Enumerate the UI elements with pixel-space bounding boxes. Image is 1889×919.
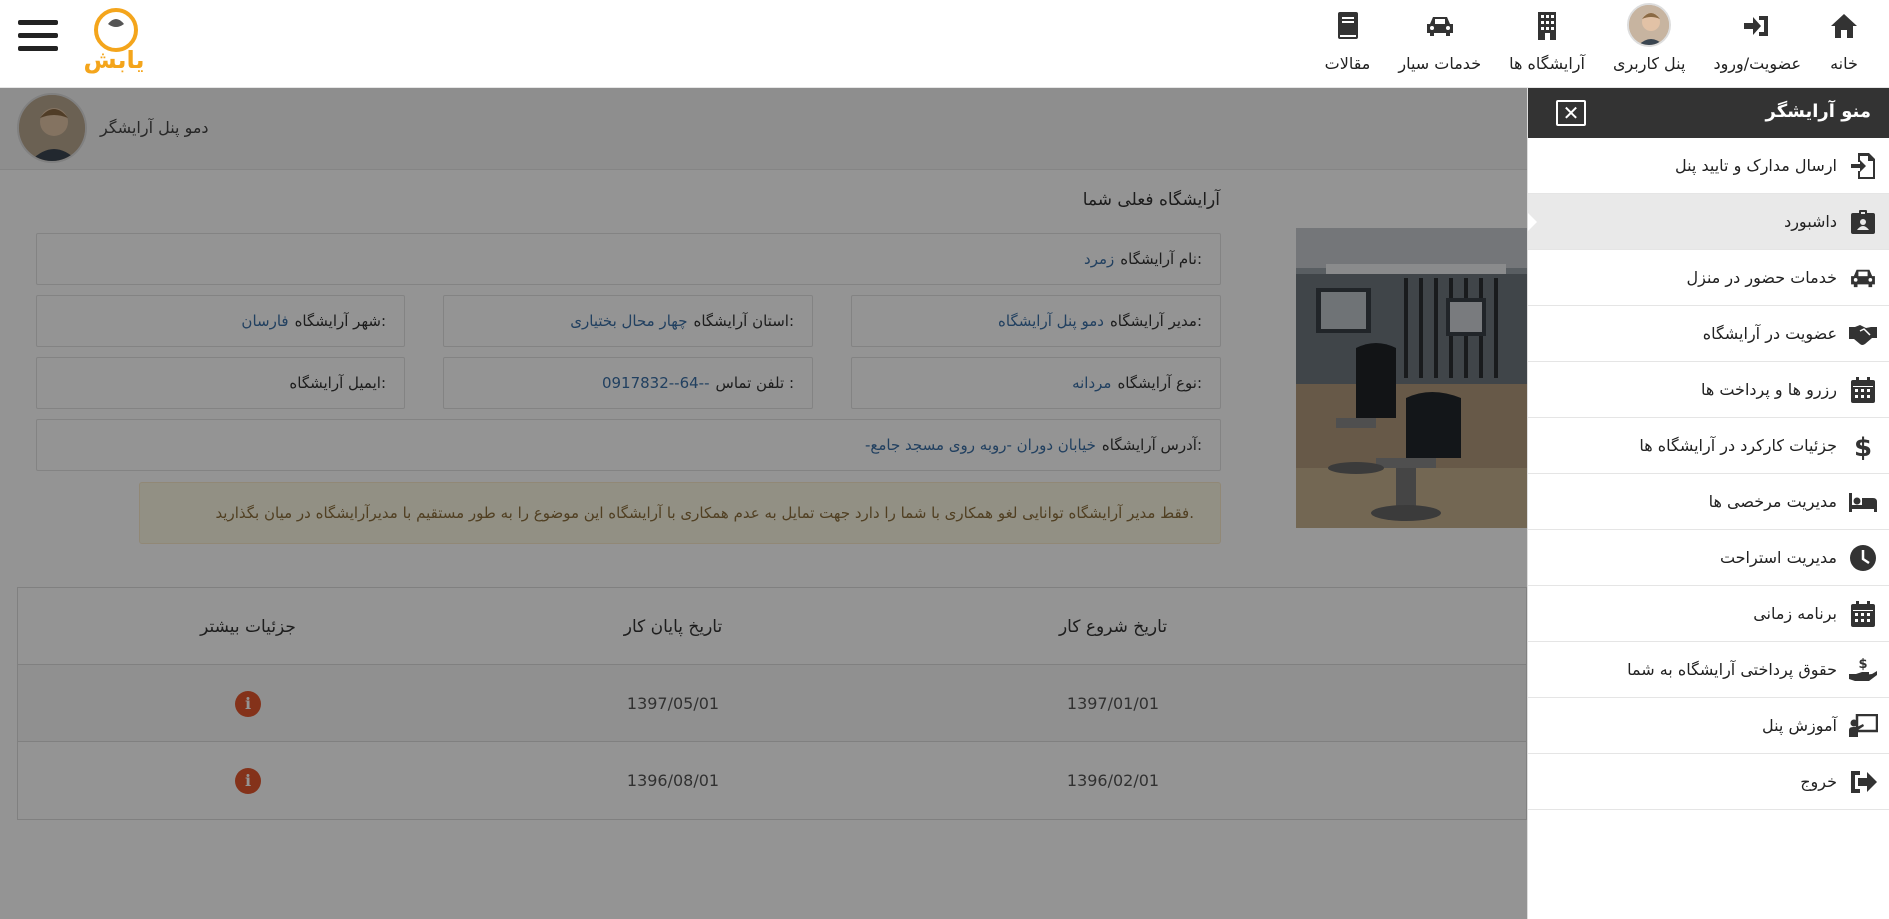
dollar-icon: $ xyxy=(1847,430,1879,462)
nav-signin-label: عضویت/ورود xyxy=(1713,54,1801,73)
sidebar-item-panel-tutorial[interactable]: آموزش پنل xyxy=(1528,698,1889,754)
nav-home[interactable]: خانه xyxy=(1815,6,1873,76)
file-import-icon xyxy=(1847,150,1879,182)
sidebar-item-label: داشبورد xyxy=(1784,212,1837,231)
book-icon xyxy=(1336,6,1360,46)
sidebar-item-work-details[interactable]: $ جزئیات کارکرد در آرایشگاه ها xyxy=(1528,418,1889,474)
nav-mobile-services-label: خدمات سیار xyxy=(1398,54,1482,73)
sign-in-icon xyxy=(1742,6,1772,46)
sidebar-title: منو آرایشگر xyxy=(1765,101,1872,122)
clock-icon xyxy=(1847,542,1879,574)
nav-home-label: خانه xyxy=(1830,54,1858,73)
sidebar-item-dashboard[interactable]: داشبورد xyxy=(1528,194,1889,250)
sidebar-item-label: برنامه زمانی xyxy=(1753,604,1837,623)
bed-icon xyxy=(1847,486,1879,518)
sidebar-item-label: خدمات حضور در منزل xyxy=(1686,268,1837,287)
sidebar-item-label: مدیریت مرخصی ها xyxy=(1708,492,1837,511)
sidebar-item-reservations[interactable]: رزرو ها و پرداخت ها xyxy=(1528,362,1889,418)
svg-text:$: $ xyxy=(1858,657,1867,672)
hand-coin-icon: $ xyxy=(1847,654,1879,686)
svg-text:یابش: یابش xyxy=(84,46,145,74)
home-icon xyxy=(1829,6,1859,46)
sidebar-item-documents[interactable]: ارسال مدارک و تایید پنل xyxy=(1528,138,1889,194)
sidebar-item-salary[interactable]: $ حقوق پرداختی آرایشگاه به شما xyxy=(1528,642,1889,698)
user-avatar xyxy=(1627,3,1672,47)
nav-salons-label: آرایشگاه ها xyxy=(1509,54,1585,73)
car-icon xyxy=(1847,262,1879,294)
sidebar-item-label: خروج xyxy=(1800,772,1837,791)
backdrop-overlay[interactable] xyxy=(0,88,1527,919)
nav-items: خانه عضویت/ورود پنل کاربری آرایشگاه ها خ… xyxy=(1311,3,1873,76)
barber-menu-sidebar: منو آرایشگر ✕ ارسال مدارک و تایید پنل دا… xyxy=(1527,88,1889,919)
svg-text:$: $ xyxy=(1854,433,1872,460)
chalkboard-teacher-icon xyxy=(1847,710,1879,742)
handshake-icon xyxy=(1847,318,1879,350)
sidebar-item-label: جزئیات کارکرد در آرایشگاه ها xyxy=(1639,436,1837,455)
sidebar-item-label: رزرو ها و پرداخت ها xyxy=(1700,380,1837,399)
nav-articles[interactable]: مقالات xyxy=(1311,6,1385,76)
id-badge-icon xyxy=(1847,206,1879,238)
nav-mobile-services[interactable]: خدمات سیار xyxy=(1384,6,1495,76)
sidebar-item-home-services[interactable]: خدمات حضور در منزل xyxy=(1528,250,1889,306)
site-logo[interactable]: یابش xyxy=(74,6,154,74)
nav-signin[interactable]: عضویت/ورود xyxy=(1699,6,1815,76)
sidebar-item-leave-management[interactable]: مدیریت مرخصی ها xyxy=(1528,474,1889,530)
car-icon xyxy=(1424,6,1456,46)
nav-articles-label: مقالات xyxy=(1324,54,1371,73)
top-navbar: یابش خانه عضویت/ورود پنل کاربری آرایشگاه… xyxy=(0,0,1889,88)
calendar-icon xyxy=(1847,374,1879,406)
nav-salons[interactable]: آرایشگاه ها xyxy=(1495,6,1599,76)
nav-user-panel[interactable]: پنل کاربری xyxy=(1599,3,1700,76)
sidebar-item-label: آموزش پنل xyxy=(1761,716,1837,735)
sidebar-item-schedule[interactable]: برنامه زمانی xyxy=(1528,586,1889,642)
sign-out-icon xyxy=(1847,766,1879,798)
sidebar-item-label: عضویت در آرایشگاه xyxy=(1702,324,1837,343)
calendar-icon xyxy=(1847,598,1879,630)
hamburger-menu-icon[interactable] xyxy=(18,20,58,58)
sidebar-header: منو آرایشگر ✕ xyxy=(1528,88,1889,138)
sidebar-item-label: حقوق پرداختی آرایشگاه به شما xyxy=(1627,660,1837,679)
sidebar-item-rest-management[interactable]: مدیریت استراحت xyxy=(1528,530,1889,586)
sidebar-item-salon-membership[interactable]: عضویت در آرایشگاه xyxy=(1528,306,1889,362)
sidebar-item-label: ارسال مدارک و تایید پنل xyxy=(1674,156,1837,175)
building-icon xyxy=(1536,6,1558,46)
close-icon[interactable]: ✕ xyxy=(1556,100,1586,126)
sidebar-item-logout[interactable]: خروج xyxy=(1528,754,1889,810)
sidebar-item-label: مدیریت استراحت xyxy=(1719,548,1837,567)
nav-user-panel-label: پنل کاربری xyxy=(1612,54,1686,73)
